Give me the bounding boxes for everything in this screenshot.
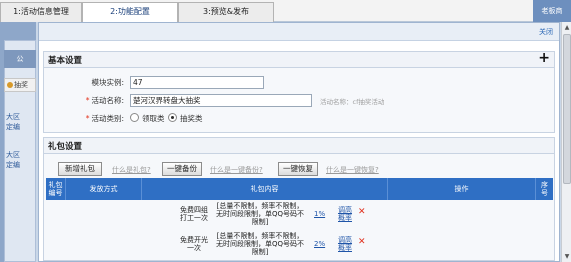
close-link[interactable]: 关闭 [539,27,553,37]
expand-plus-icon[interactable]: + [538,50,550,66]
scroll-down-arrow-icon[interactable]: ▼ [563,252,571,261]
basic-settings-header: 基本设置 + [44,50,554,68]
gift-row-2-name: 免费开光 一次 [180,236,208,252]
name-row: *活动名称: 活动名称：cf抽奖活动 [44,94,544,108]
left-nav-item[interactable]: 大区 定编 [4,150,36,170]
gift-row-1-name: 免费四组 打工一次 [180,206,208,222]
gift-row-1-raise-prob-link[interactable]: 调高 概率 [338,206,352,222]
lottery-icon [7,82,13,88]
activity-name-hint: 活动名称：cf抽奖活动 [320,98,385,106]
col-action: 操作 [388,178,536,200]
left-nav-selected[interactable]: 抽奖 [4,78,36,92]
type-label-wrap: * 活动类别: [85,114,124,123]
gift-row-1-limit: [总量不限制，频率不限制， 无时间段限制，单QQ号码不 限制] [215,202,305,226]
col-issue-method: 发放方式 [66,178,142,200]
tab-preview-publish[interactable]: 3:预览&发布 [178,2,274,22]
gift-row-2-delete-icon[interactable]: ✕ [358,237,366,247]
top-right-button[interactable]: 老板商 [533,0,571,22]
module-instance-input[interactable] [130,76,264,89]
scroll-thumb[interactable] [563,34,571,184]
gift-settings-section: 礼包设置 新增礼包 什么是礼包? 一键备份 什么是一键备份? 一键恢复 什么是一… [43,137,555,261]
basic-settings-title: 基本设置 [48,56,83,66]
gift-settings-header: 礼包设置 [44,138,554,154]
type-label: 活动类别: [91,114,124,123]
vertical-scrollbar[interactable]: ▲ ▼ [561,22,571,262]
type-option-lottery-label: 抽奖类 [180,114,203,123]
type-option-claim-label: 领取类 [142,114,165,123]
gift-table-header: 礼包 编号 发放方式 礼包内容 操作 序 号 [46,178,553,200]
col-gift-id: 礼包 编号 [46,178,66,200]
what-is-restore-link[interactable]: 什么是一键恢复? [326,165,379,175]
col-gift-content: 礼包内容 [142,178,388,200]
add-gift-button[interactable]: 新增礼包 [58,162,102,176]
name-label: 活动名称: [91,96,124,105]
gift-row-2-rate-link[interactable]: 2% [314,240,325,248]
one-click-backup-button[interactable]: 一键备份 [162,162,202,176]
left-nav-head: 公 [4,50,36,68]
what-is-backup-link[interactable]: 什么是一键备份? [210,165,263,175]
what-is-gift-link[interactable]: 什么是礼包? [112,165,151,175]
top-tab-bar: 1:活动信息管理 2:功能配置 3:预览&发布 老板商 [0,0,571,23]
gift-row-1-delete-icon[interactable]: ✕ [358,207,366,217]
module-row: 模块实例: [44,76,544,90]
tab-function-config[interactable]: 2:功能配置 [82,2,178,23]
name-label-wrap: * 活动名称: [85,96,124,105]
module-label: 模块实例: [91,78,124,87]
gift-row-2-raise-prob-link[interactable]: 调高 概率 [338,236,352,252]
left-nav-item[interactable]: 大区 定编 [4,112,36,132]
activity-name-input[interactable] [130,94,312,107]
gift-settings-title: 礼包设置 [48,142,83,152]
left-nav-selected-label: 抽奖 [14,81,28,89]
one-click-restore-button[interactable]: 一键恢复 [278,162,318,176]
col-index: 序 号 [541,181,548,197]
basic-settings-section: 基本设置 + 模块实例: *活动名称: 活动名称：cf抽奖活动 *活动类别: 领… [43,50,555,133]
tab-activity-info[interactable]: 1:活动信息管理 [0,2,82,22]
type-row: * 活动类别: 领取类 抽奖类 [44,112,544,126]
config-panel: 关闭 基本设置 + 模块实例: *活动名称: 活动名称：cf抽奖活动 *活动类别… [38,22,560,262]
type-radio-lottery[interactable] [168,113,177,122]
scroll-up-arrow-icon[interactable]: ▲ [563,23,571,32]
gift-row-2-limit: [总量不限制，频率不限制， 无时间段限制，单QQ号码不 限制] [215,232,305,256]
gift-row-1-rate-link[interactable]: 1% [314,210,325,218]
close-strip: 关闭 [39,23,559,41]
type-radio-claim[interactable] [130,113,139,122]
